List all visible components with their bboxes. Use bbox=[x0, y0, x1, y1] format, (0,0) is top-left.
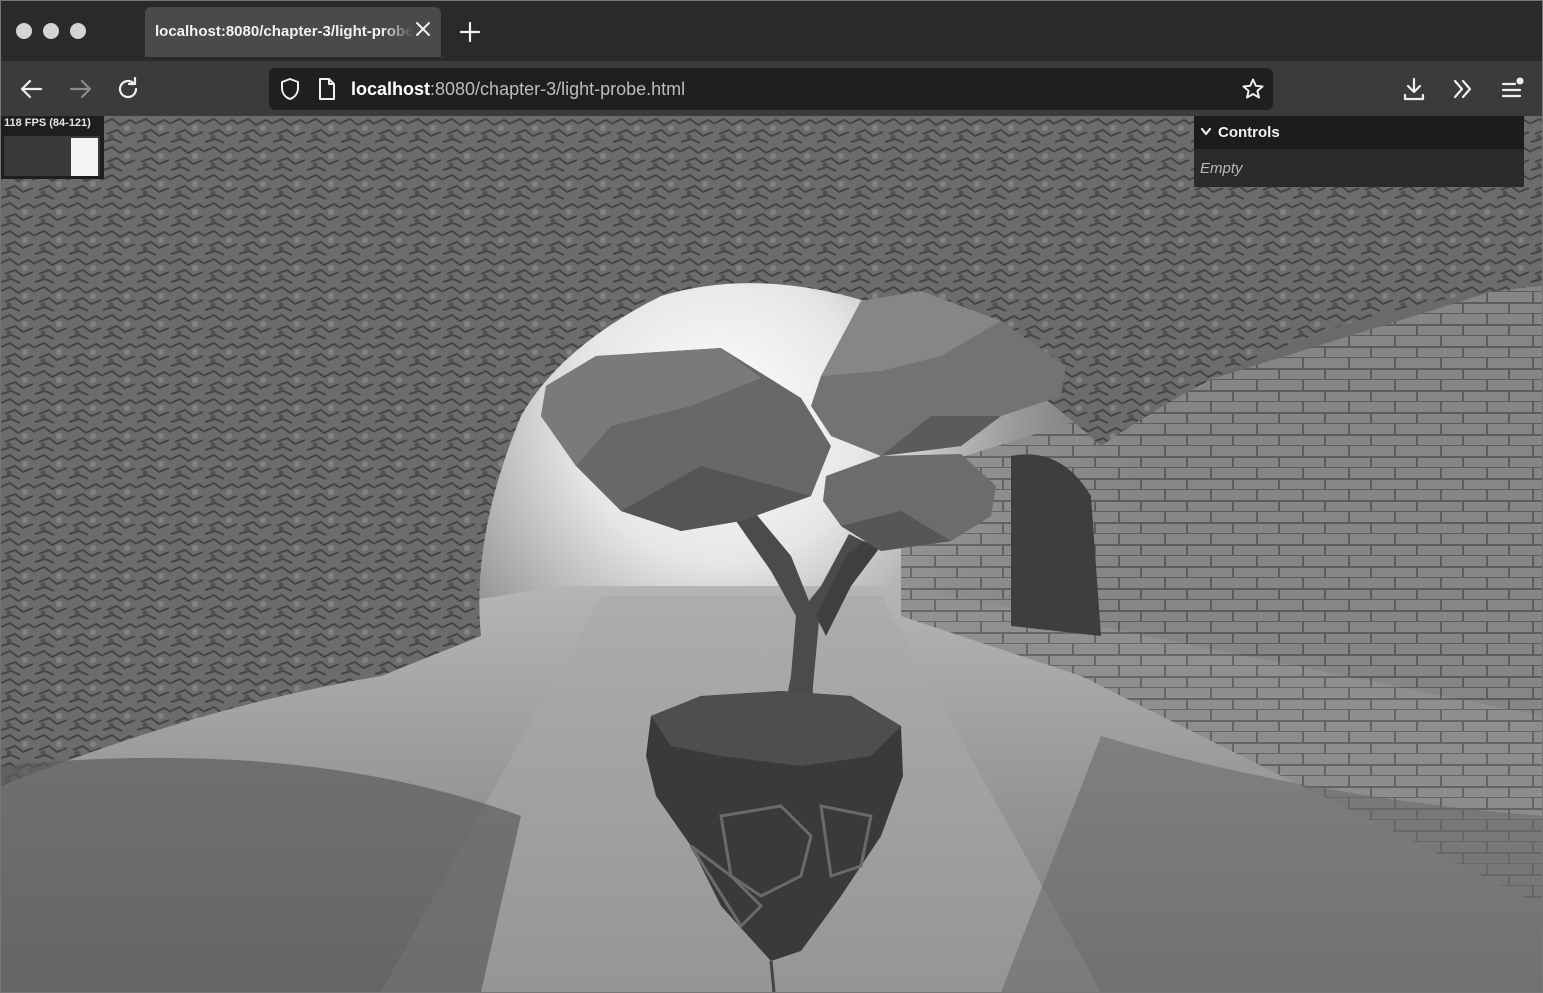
shield-icon[interactable] bbox=[279, 77, 301, 101]
fps-graph-bar bbox=[71, 138, 98, 176]
chevron-down-icon bbox=[1200, 127, 1212, 136]
star-icon[interactable] bbox=[1241, 77, 1265, 101]
hamburger-menu-icon[interactable] bbox=[1498, 75, 1526, 103]
controls-empty-text: Empty bbox=[1200, 160, 1243, 177]
download-icon[interactable] bbox=[1400, 75, 1428, 103]
controls-panel: Controls Empty bbox=[1194, 116, 1524, 187]
reload-icon[interactable] bbox=[114, 75, 142, 103]
chevrons-right-icon[interactable] bbox=[1449, 75, 1477, 103]
controls-body: Empty bbox=[1194, 149, 1524, 187]
fps-stats-panel[interactable]: 118 FPS (84-121) bbox=[1, 116, 104, 179]
browser-window: localhost:8080/chapter-3/light-probe.htm… bbox=[0, 0, 1543, 993]
controls-header[interactable]: Controls bbox=[1194, 116, 1524, 149]
fps-label: 118 FPS (84-121) bbox=[4, 117, 91, 129]
controls-title: Controls bbox=[1218, 124, 1280, 141]
forward-arrow-icon[interactable] bbox=[66, 75, 94, 103]
url-path: :8080/chapter-3/light-probe.html bbox=[430, 79, 686, 99]
navigation-toolbar: localhost:8080/chapter-3/light-probe.htm… bbox=[1, 61, 1542, 116]
tab-strip: localhost:8080/chapter-3/light-probe.htm… bbox=[1, 1, 1542, 61]
window-close-dot[interactable] bbox=[16, 23, 32, 39]
url-host: localhost bbox=[351, 79, 431, 99]
scene-render bbox=[1, 116, 1542, 992]
window-zoom-dot[interactable] bbox=[70, 23, 86, 39]
tab-active[interactable]: localhost:8080/chapter-3/light-probe.htm… bbox=[145, 7, 441, 57]
page-icon[interactable] bbox=[317, 77, 337, 101]
window-minimize-dot[interactable] bbox=[43, 23, 59, 39]
webgl-canvas[interactable]: 118 FPS (84-121) Controls Empty bbox=[1, 116, 1542, 992]
fps-graph bbox=[4, 136, 100, 176]
back-arrow-icon[interactable] bbox=[18, 75, 46, 103]
url-text[interactable]: localhost:8080/chapter-3/light-probe.htm… bbox=[351, 79, 685, 100]
close-icon[interactable] bbox=[413, 19, 433, 39]
url-bar[interactable]: localhost:8080/chapter-3/light-probe.htm… bbox=[269, 68, 1273, 110]
tab-title: localhost:8080/chapter-3/light-probe.htm… bbox=[155, 23, 413, 40]
plus-icon[interactable] bbox=[459, 21, 481, 43]
